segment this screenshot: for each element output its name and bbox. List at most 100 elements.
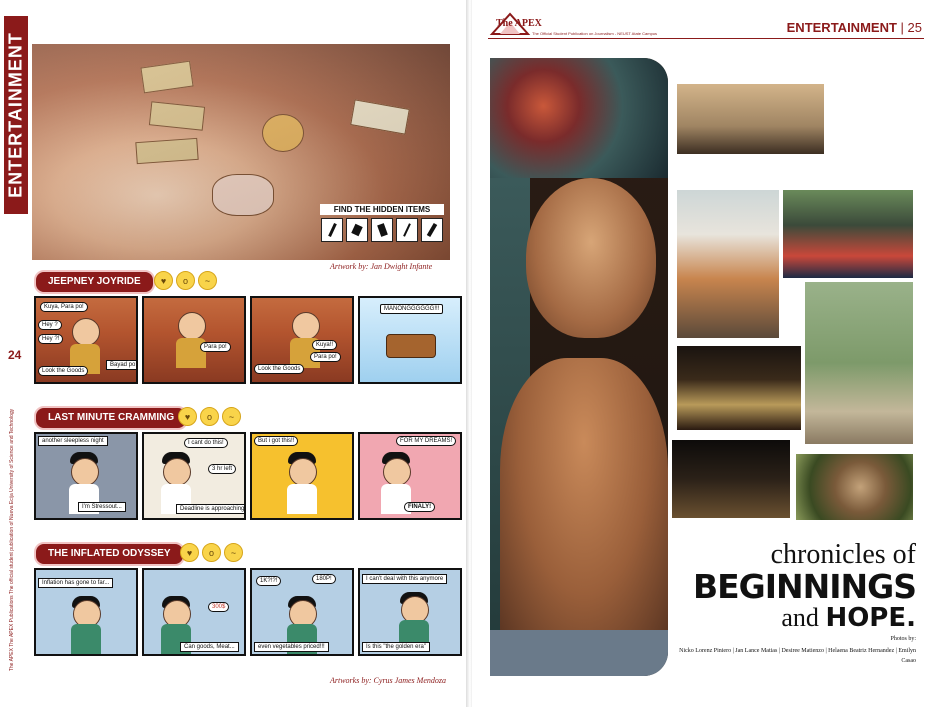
- speech-bubble: Kuya!!: [312, 340, 338, 350]
- comic-panel: FOR MY DREAMS! FINALY!: [358, 432, 462, 520]
- caption-box: I can't deal with this anymore: [362, 574, 448, 584]
- character-body: [71, 624, 101, 654]
- speech-bubble: But i got this!!: [254, 436, 299, 446]
- jeepney-panels: Kuya, Para po! Hey ? Hey ?! Look the Goo…: [34, 296, 462, 384]
- character-head: [71, 458, 99, 486]
- photo-elderly-worker: [677, 190, 779, 338]
- smiling-face: [526, 178, 656, 338]
- section-title: ENTERTAINMENT: [786, 20, 897, 35]
- caption-box: Can goods, Meat...: [180, 642, 239, 652]
- strip-title-jeepney: JEEPNEY JOYRIDE: [34, 270, 155, 294]
- caption-box: Inflation has gone to far...: [38, 578, 114, 588]
- cramming-panels: another sleepless night I'm Stressout...…: [34, 432, 462, 520]
- logo-text: The APEX: [496, 18, 542, 29]
- comic-panel: Kuya!! Para po! Look the Goods: [250, 296, 354, 384]
- title-line-2: BEGINNINGS: [692, 567, 917, 606]
- character-head: [72, 318, 100, 346]
- hidden-item-phone-icon: [371, 218, 393, 242]
- comic-panel: 1K?!?! 180P! even vegetables priced!!!: [250, 568, 354, 656]
- comic-panel: another sleepless night I'm Stressout...: [34, 432, 138, 520]
- love-emoji-icon: ♥: [178, 407, 197, 426]
- speech-bubble: Hey ?!: [38, 334, 64, 344]
- speech-bubble: 1K?!?!: [256, 576, 282, 586]
- speech-bubble: Look the Goods: [254, 364, 305, 374]
- reaction-emojis: ♥ o ~: [178, 407, 241, 426]
- wow-emoji-icon: o: [176, 271, 195, 290]
- left-page: ENTERTAINMENT 24 The APEX The APEX Publi…: [0, 0, 468, 707]
- speech-bubble: Look the Goods: [38, 366, 89, 376]
- caption-box: Is this "the golden era": [362, 642, 430, 652]
- blanket-on-head: [490, 58, 668, 178]
- caption-box: even vegetables priced!!!: [254, 642, 329, 652]
- character-body: [287, 484, 317, 514]
- elderly-man-portrait: [490, 58, 668, 676]
- photo-market-stall: [677, 346, 801, 430]
- title-hope: HOPE.: [825, 603, 916, 633]
- wow-emoji-icon: o: [202, 543, 221, 562]
- title-and: and: [781, 603, 819, 632]
- section-tab-label: ENTERTAINMENT: [5, 32, 26, 198]
- strip-title-cramming: LAST MINUTE CRAMMING: [34, 406, 189, 430]
- character-head: [383, 458, 411, 486]
- section-tab: ENTERTAINMENT: [4, 16, 28, 214]
- find-hidden-items: FIND THE HIDDEN ITEMS: [320, 204, 444, 254]
- comic-panel: I can't deal with this anymore Is this "…: [358, 568, 462, 656]
- speech-bubble: 3 hr left: [208, 464, 237, 474]
- character-head: [289, 458, 317, 486]
- character-head: [163, 458, 191, 486]
- speech-bubble: Para po!: [310, 352, 341, 362]
- reaction-emojis: ♥ o ~: [180, 543, 243, 562]
- speech-bubble: Para po!: [200, 342, 231, 352]
- page-number-left: 24: [8, 348, 22, 362]
- speech-bubble: Hey ?: [38, 320, 62, 330]
- speech-bubble: I cant do this!: [184, 438, 228, 448]
- angry-emoji-icon: ~: [222, 407, 241, 426]
- speech-bubble: 300$: [208, 602, 230, 612]
- photo-boat-fisherman: [677, 84, 824, 154]
- photo-night-vendor: [672, 440, 790, 518]
- hidden-item-pen-icon: [396, 218, 418, 242]
- hidden-item-pencil-icon: [321, 218, 343, 242]
- hidden-item-marker-icon: [421, 218, 443, 242]
- speech-bubble: MANONGGGGGG!!!: [380, 304, 444, 314]
- comic-panel: I cant do this! 3 hr left Deadline is ap…: [142, 432, 246, 520]
- photo-mirror-reflection: [796, 454, 913, 520]
- hero-artwork: FIND THE HIDDEN ITEMS: [32, 44, 450, 260]
- magazine-spread: ENTERTAINMENT 24 The APEX The APEX Publi…: [0, 0, 942, 707]
- photo-kids-swing: [805, 282, 913, 444]
- artworks-credit: Artworks by: Cyrus James Mendoza: [330, 676, 446, 685]
- hidden-item-eraser-icon: [346, 218, 368, 242]
- odyssey-panels: Inflation has gone to far... 300$ Can go…: [34, 568, 462, 656]
- side-credits: The APEX The APEX Publications The offic…: [6, 392, 18, 688]
- wow-emoji-icon: o: [200, 407, 219, 426]
- separator: |: [900, 20, 908, 35]
- caption-box: another sleepless night: [38, 436, 108, 446]
- comic-panel: But i got this!!: [250, 432, 354, 520]
- title-line-3: and HOPE.: [693, 603, 916, 633]
- right-page: The APEX The Official Student Publicatio…: [472, 0, 942, 707]
- trousers: [490, 630, 668, 676]
- bare-torso: [500, 358, 668, 638]
- speech-bubble: 180P!: [312, 574, 336, 584]
- love-emoji-icon: ♥: [154, 271, 173, 290]
- comic-panel: Inflation has gone to far...: [34, 568, 138, 656]
- side-credits-text: The APEX The APEX Publications The offic…: [9, 408, 15, 672]
- jeepney-illustration: [386, 334, 436, 358]
- hidden-items-row: [320, 218, 444, 242]
- speech-bubble: Kuya, Para po!: [40, 302, 88, 312]
- header-rule: [488, 38, 924, 39]
- masthead-line: The Official Student Publication on Jour…: [532, 31, 658, 36]
- speech-bubble: FINALY!: [404, 502, 436, 512]
- photographers: Nicko Lorenz Piniero | Jan Lance Matias …: [679, 648, 916, 664]
- photo-children-group: [783, 190, 913, 278]
- comic-panel: Kuya, Para po! Hey ? Hey ?! Look the Goo…: [34, 296, 138, 384]
- speech-bubble: FOR MY DREAMS!: [396, 436, 457, 446]
- strip-title-odyssey: THE INFLATED ODYSSEY: [34, 542, 185, 566]
- speech-caption: Bayad po!: [106, 360, 136, 370]
- character-head: [292, 312, 320, 340]
- angry-emoji-icon: ~: [224, 543, 243, 562]
- photos-label: Photos by:: [890, 636, 916, 642]
- love-emoji-icon: ♥: [180, 543, 199, 562]
- comic-panel: Para po!: [142, 296, 246, 384]
- title-line-1: chronicles of: [770, 539, 916, 570]
